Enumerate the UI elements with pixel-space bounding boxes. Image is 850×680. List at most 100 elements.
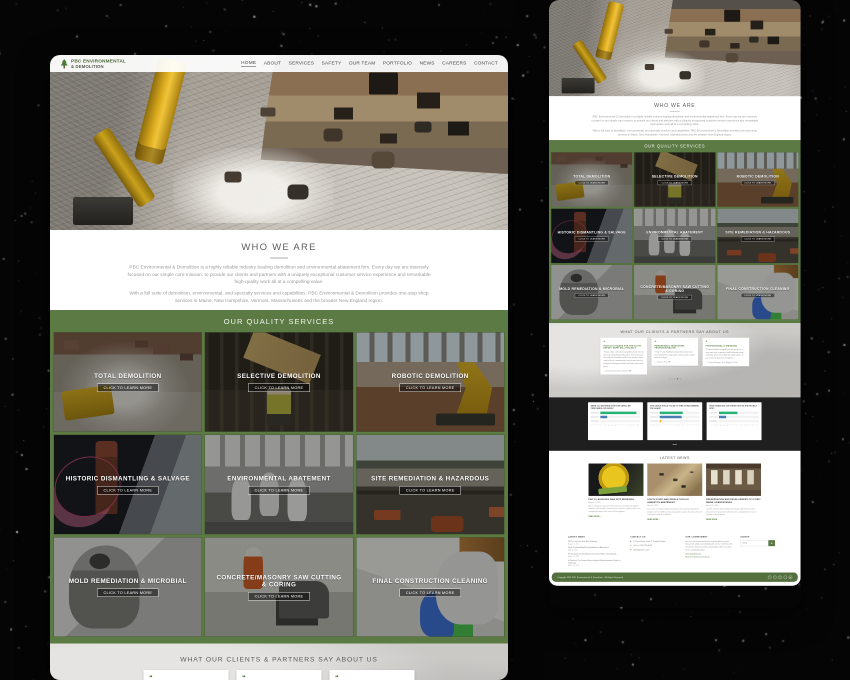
nav-item-services[interactable]: SERVICES [289,60,315,67]
who-we-are-paragraph-2: With a full suite of demolition, environ… [590,129,760,137]
news-card[interactable]: PBC’S LAUNCHES NEW SITE REDESIGN August … [589,464,644,519]
quote-icon: ❝ [149,675,223,680]
learn-more-button[interactable]: CLICK TO LEARN MORE [575,180,609,185]
carousel-dot[interactable] [671,378,672,379]
service-overlay: ENVIRONMENTAL ABATEMENT CLICK TO LEARN M… [634,209,715,263]
service-overlay: TOTAL DEMOLITION CLICK TO LEARN MORE [551,152,632,206]
news-card[interactable]: SOUTH PORTLAND MIDDLE SCHOOL ASBESTOS AB… [647,464,702,522]
nav-item-about[interactable]: ABOUT [264,60,281,67]
twitter-icon[interactable]: t [773,575,777,579]
learn-more-button[interactable]: CLICK TO LEARN MORE [248,383,310,392]
nav-item-home[interactable]: HOME [241,60,256,67]
carousel-dot[interactable] [669,378,670,379]
facebook-icon[interactable]: f [768,575,772,579]
dust-cloud [617,51,705,92]
youtube-icon[interactable]: ▶ [789,575,793,579]
service-card-selective-demolition[interactable]: SELECTIVE DEMOLITION CLICK TO LEARN MORE [634,152,715,206]
learn-more-button[interactable]: CLICK TO LEARN MORE [658,295,692,300]
address-text: 17 Dunn Street, Suite 3, Portland, Maine [633,540,666,543]
footer-news-link[interactable]: In Portland, The Former Mercy Hospital R… [568,559,623,564]
carousel-dot[interactable] [674,378,675,379]
quote-icon: ❝ [706,341,747,344]
learn-more-button[interactable]: CLICK TO LEARN MORE [575,293,609,298]
service-card-environmental-abatement[interactable]: ENVIRONMENTAL ABATEMENT CLICK TO LEARN M… [634,209,715,263]
signup-submit-button[interactable]: ➤ [768,540,775,546]
read-more-link[interactable]: READ MORE › [647,518,659,520]
email-text[interactable]: info@pbcdemo.com [633,549,649,552]
footer-columns: LATEST NEWS PBC’s Launches New Site Rede… [549,535,801,568]
testimonial-card: ❝ HIGH ACCOLADES FOR THE SCOTT PAPER / S… [600,338,647,375]
service-card-mold-remediation[interactable]: MOLD REMEDIATION & MICROBIAL CLICK TO LE… [551,265,632,319]
learn-more-button[interactable]: CLICK TO LEARN MORE [658,237,692,242]
footer-news-link[interactable]: Preservation and Development of Iconic M… [568,553,623,556]
logo-text: PBC ENVIRONMENTAL & DEMOLITION [71,58,126,69]
service-card-concrete-sawing[interactable]: CONCRETE/MASONRY SAW CUTTING & CORING CL… [205,538,353,637]
learn-more-button[interactable]: CLICK TO LEARN MORE [741,293,775,298]
service-card-historic-dismantling[interactable]: HISTORIC DISMANTLING & SALVAGE CLICK TO … [54,435,202,534]
nav-item-portfolio[interactable]: PORTFOLIO [383,60,412,67]
nav-item-news[interactable]: NEWS [420,60,435,67]
phone-text[interactable]: Call us: (207) 555-0119 [633,544,652,547]
service-title: HISTORIC DISMANTLING & SALVAGE [66,475,190,482]
footer-green-link[interactable]: Read Our Statement of Values [685,556,733,558]
read-more-link[interactable]: READ MORE › [589,515,601,517]
learn-more-button[interactable]: CLICK TO LEARN MORE [575,237,609,242]
nav-item-our-team[interactable]: OUR TEAM [349,60,376,67]
footer-latest-news-column: LATEST NEWS PBC’s Launches New Site Rede… [568,535,623,568]
service-overlay: FINAL CONSTRUCTION CLEANING CLICK TO LEA… [356,538,504,637]
service-card-site-remediation[interactable]: SITE REMEDIATION & HAZARDOUS CLICK TO LE… [356,435,504,534]
learn-more-button[interactable]: CLICK TO LEARN MORE [399,383,461,392]
learn-more-button[interactable]: CLICK TO LEARN MORE [399,486,461,495]
service-card-total-demolition[interactable]: TOTAL DEMOLITION CLICK TO LEARN MORE [551,152,632,206]
service-card-final-cleaning[interactable]: FINAL CONSTRUCTION CLEANING CLICK TO LEA… [717,265,798,319]
service-card-mold-remediation[interactable]: MOLD REMEDIATION & MICROBIAL CLICK TO LE… [54,538,202,637]
survey-card: WERE YOU SATISFIED WITH HOW SAFELY WE PE… [588,402,643,440]
learn-more-button[interactable]: CLICK TO LEARN MORE [741,180,775,185]
learn-more-button[interactable]: CLICK TO LEARN MORE [97,588,159,597]
testimonials-section: WHAT OUR CLIENTS & PARTNERS SAY ABOUT US… [50,644,508,680]
service-card-environmental-abatement[interactable]: ENVIRONMENTAL ABATEMENT CLICK TO LEARN M… [205,435,353,534]
bar-label [591,417,599,418]
survey-carousel-indicator[interactable] [673,444,677,445]
service-card-total-demolition[interactable]: TOTAL DEMOLITION CLICK TO LEARN MORE [54,333,202,432]
learn-more-button[interactable]: CLICK TO LEARN MORE [658,180,692,185]
service-card-final-cleaning[interactable]: FINAL CONSTRUCTION CLEANING CLICK TO LEA… [356,538,504,637]
learn-more-button[interactable]: CLICK TO LEARN MORE [399,588,461,597]
survey-card: HOW LIKELY WOULD YOU BE TO HIRE OR RECOM… [647,402,702,440]
signup-form: ➤ [740,540,781,546]
service-card-concrete-sawing[interactable]: CONCRETE/MASONRY SAW CUTTING & CORING CL… [634,265,715,319]
nav-item-careers[interactable]: CAREERS [442,60,466,67]
learn-more-button[interactable]: CLICK TO LEARN MORE [248,486,310,495]
linkedin-icon[interactable]: in [778,575,782,579]
service-overlay: HISTORIC DISMANTLING & SALVAGE CLICK TO … [551,209,632,263]
company-logo[interactable]: PBC ENVIRONMENTAL & DEMOLITION [60,58,126,69]
learn-more-button[interactable]: CLICK TO LEARN MORE [741,237,775,242]
nav-item-contact[interactable]: CONTACT [474,60,498,67]
service-card-selective-demolition[interactable]: SELECTIVE DEMOLITION CLICK TO LEARN MORE [205,333,353,432]
carousel-dot-active[interactable] [677,378,678,379]
survey-card: WHAT GRADE DID OUR CREWS GET ON THE PROJ… [707,402,762,440]
service-overlay: FINAL CONSTRUCTION CLEANING CLICK TO LEA… [717,265,798,319]
quote-icon: ❝ [603,341,644,344]
excavator-cab [562,78,595,93]
news-card[interactable]: PRESERVATION AND DEVELOPMENT OF ICONIC M… [706,464,761,522]
email-signup-input[interactable] [740,540,768,546]
learn-more-button[interactable]: CLICK TO LEARN MORE [97,486,159,495]
carousel-dot[interactable] [680,378,681,379]
learn-more-button[interactable]: CLICK TO LEARN MORE [97,383,159,392]
testimonial-author: — Owner’s Rep, ME [654,361,695,363]
learn-more-button[interactable]: CLICK TO LEARN MORE [248,592,310,601]
service-card-robotic-demolition[interactable]: ROBOTIC DEMOLITION CLICK TO LEARN MORE [717,152,798,206]
footer-green-link[interactable]: Download Brochure [685,553,733,555]
nav-item-safety[interactable]: SAFETY [322,60,342,67]
testimonial-card: ❝ PROFESSIONALLY MANAGED “Professionally… [703,338,750,366]
service-card-historic-dismantling[interactable]: HISTORIC DISMANTLING & SALVAGE CLICK TO … [551,209,632,263]
service-card-site-remediation[interactable]: SITE REMEDIATION & HAZARDOUS CLICK TO LE… [717,209,798,263]
read-more-link[interactable]: READ MORE › [706,518,718,520]
carousel-dots [549,378,801,379]
survey-axis [591,425,640,426]
testimonial-quote: “They’re very hardwork and professional … [654,351,695,360]
survey-bar [600,416,607,418]
instagram-icon[interactable]: ◌ [784,575,788,579]
service-card-robotic-demolition[interactable]: ROBOTIC DEMOLITION CLICK TO LEARN MORE [356,333,504,432]
